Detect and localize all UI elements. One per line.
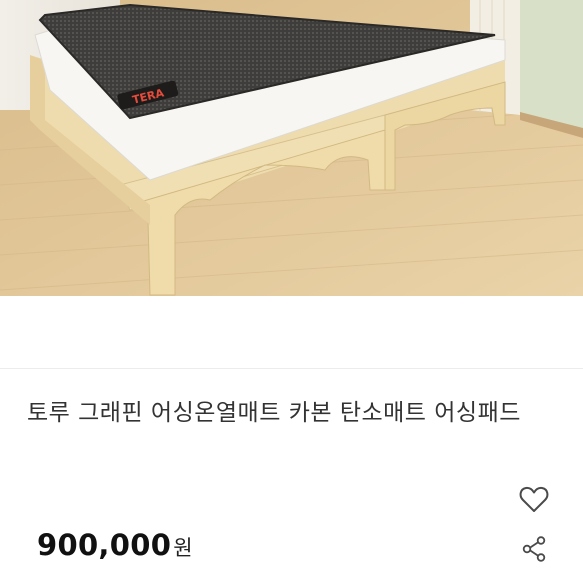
product-title: 토루 그래핀 어싱온열매트 카본 탄소매트 어싱패드 xyxy=(27,400,521,426)
product-photo-illustration: TERA xyxy=(0,0,583,296)
share-button[interactable] xyxy=(516,531,552,567)
share-icon xyxy=(522,536,546,562)
heart-outline-icon xyxy=(519,486,549,512)
divider xyxy=(0,368,583,369)
product-image[interactable]: TERA xyxy=(0,0,583,296)
price: 900,000 xyxy=(37,528,172,562)
favorite-button[interactable] xyxy=(516,481,552,517)
currency-unit: 원 xyxy=(173,536,193,560)
price-row: 900,000 원 xyxy=(37,528,193,562)
image-bottom-space xyxy=(0,296,583,368)
